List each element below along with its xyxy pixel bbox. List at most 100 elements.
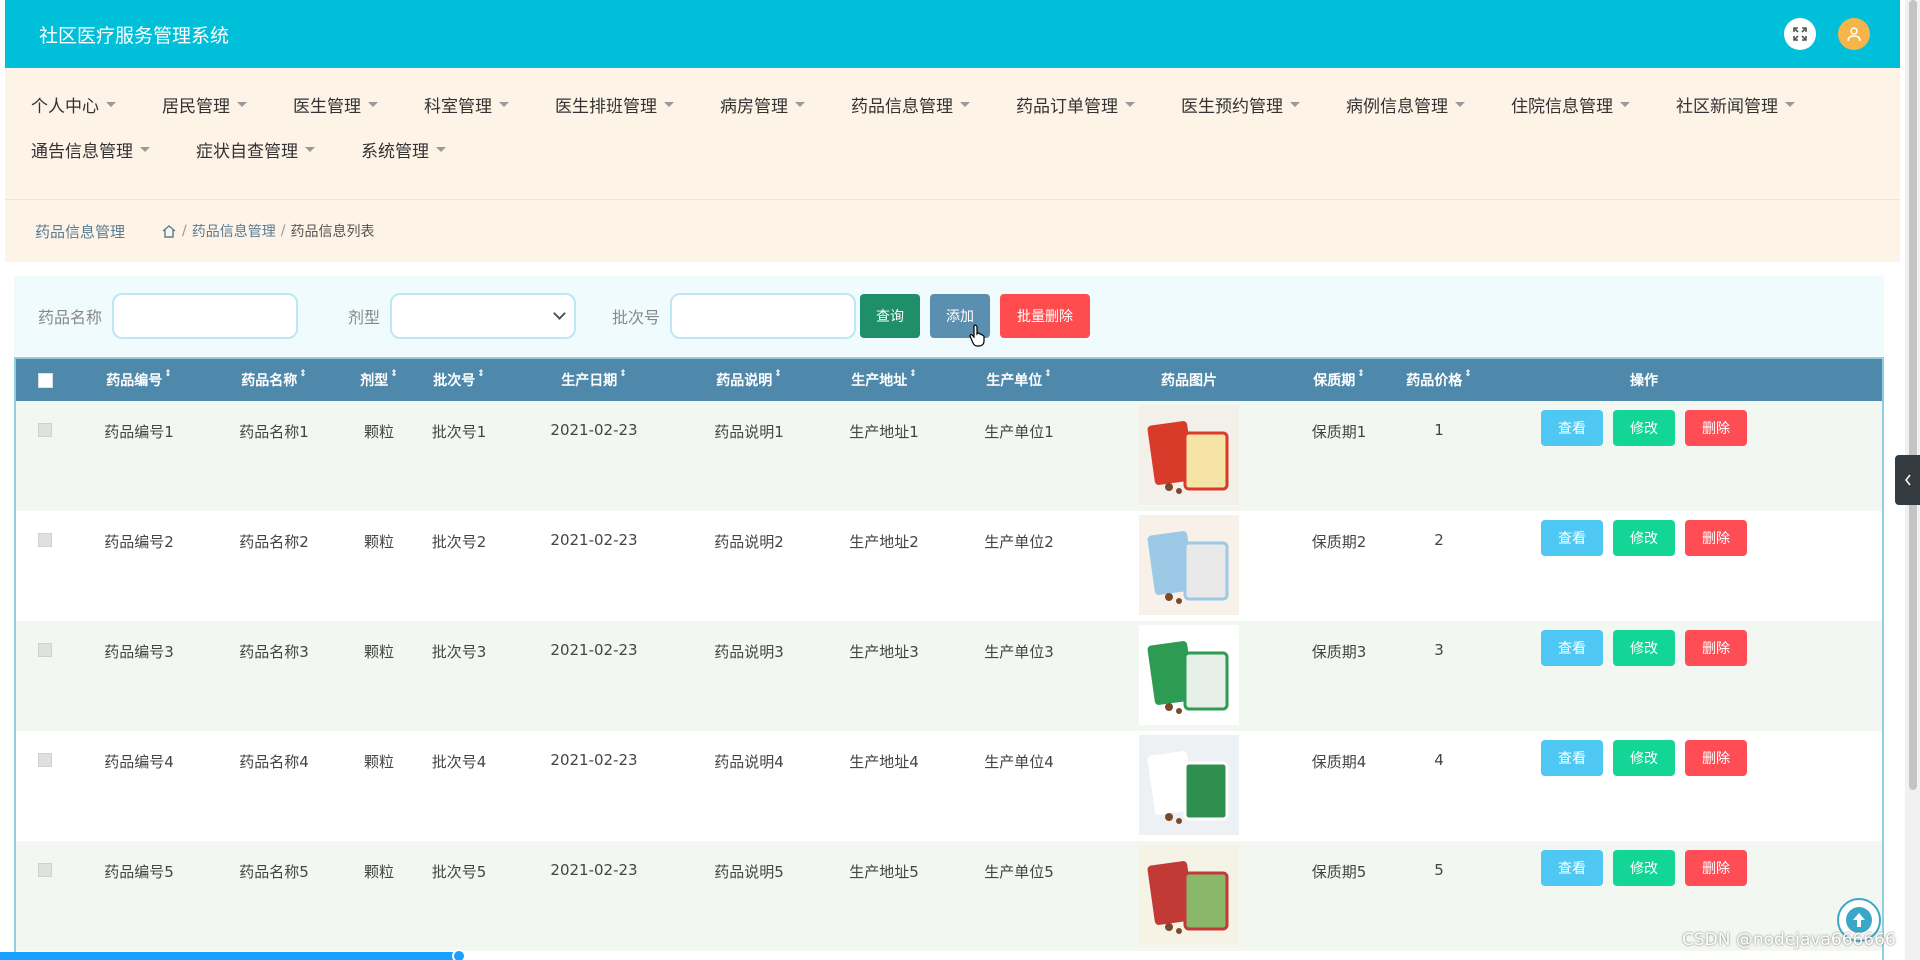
sort-icon[interactable]: ⇕ bbox=[390, 370, 398, 390]
drug-image[interactable] bbox=[1139, 845, 1239, 945]
nav-item-label: 医生排班管理 bbox=[555, 97, 657, 117]
cell-code: 药品编号1 bbox=[104, 423, 174, 441]
breadcrumb-level1[interactable]: 药品信息管理 bbox=[192, 221, 276, 241]
cell-price: 5 bbox=[1434, 861, 1444, 879]
cell-name: 药品名称2 bbox=[239, 533, 309, 551]
sort-icon[interactable]: ⇕ bbox=[299, 370, 307, 390]
horizontal-scroll-progress bbox=[0, 952, 460, 960]
sort-icon[interactable]: ⇕ bbox=[909, 370, 917, 390]
cell-code: 药品编号5 bbox=[104, 863, 174, 881]
nav-item-row1-8[interactable]: 医生预约管理 bbox=[1181, 92, 1300, 117]
delete-button[interactable]: 删除 bbox=[1685, 850, 1747, 886]
column-header[interactable]: 批次号 ⇕ bbox=[414, 370, 504, 390]
column-header[interactable]: 剂型 ⇕ bbox=[344, 370, 414, 390]
row-checkbox[interactable] bbox=[38, 863, 52, 877]
screen: 社区医疗服务管理系统 个人中心 居民管理 医生管理 科室管理 医生排班管理 病房管理 药品信… bbox=[0, 0, 1920, 960]
edit-button[interactable]: 修改 bbox=[1613, 410, 1675, 446]
drug-image[interactable] bbox=[1139, 405, 1239, 505]
view-button[interactable]: 查看 bbox=[1541, 740, 1603, 776]
nav-item-row1-10[interactable]: 住院信息管理 bbox=[1511, 92, 1630, 117]
column-header[interactable]: 生产日期 ⇕ bbox=[504, 370, 684, 390]
row-checkbox[interactable] bbox=[38, 753, 52, 767]
breadcrumb-separator: / bbox=[182, 223, 187, 239]
row-actions: 查看 修改 删除 bbox=[1494, 841, 1794, 886]
nav-item-row1-7[interactable]: 药品订单管理 bbox=[1016, 92, 1135, 117]
cell-code: 药品编号2 bbox=[104, 533, 174, 551]
delete-button[interactable]: 删除 bbox=[1685, 410, 1747, 446]
delete-button[interactable]: 删除 bbox=[1685, 740, 1747, 776]
edit-button[interactable]: 修改 bbox=[1613, 630, 1675, 666]
view-button[interactable]: 查看 bbox=[1541, 410, 1603, 446]
nav-item-row1-9[interactable]: 病例信息管理 bbox=[1346, 92, 1465, 117]
column-header[interactable]: 生产单位 ⇕ bbox=[954, 370, 1084, 390]
nav-item-row1-0[interactable]: 个人中心 bbox=[31, 92, 116, 117]
caret-down-icon bbox=[1290, 102, 1300, 107]
edit-button[interactable]: 修改 bbox=[1613, 740, 1675, 776]
nav-item-row1-6[interactable]: 药品信息管理 bbox=[851, 92, 970, 117]
drug-image[interactable] bbox=[1139, 625, 1239, 725]
drug-name-input[interactable] bbox=[112, 293, 299, 339]
user-avatar-button[interactable] bbox=[1838, 18, 1870, 50]
column-header[interactable]: 保质期 ⇕ bbox=[1294, 370, 1384, 390]
sort-icon[interactable]: ⇕ bbox=[1464, 370, 1472, 390]
drug-image[interactable] bbox=[1139, 735, 1239, 835]
view-button[interactable]: 查看 bbox=[1541, 850, 1603, 886]
sort-icon[interactable]: ⇕ bbox=[619, 370, 627, 390]
edit-button[interactable]: 修改 bbox=[1613, 850, 1675, 886]
query-button[interactable]: 查询 bbox=[860, 294, 921, 338]
column-header: 操作 bbox=[1494, 370, 1794, 390]
nav-item-row2-1[interactable]: 症状自查管理 bbox=[196, 137, 315, 162]
nav-item-row2-0[interactable]: 通告信息管理 bbox=[31, 137, 150, 162]
delete-button[interactable]: 删除 bbox=[1685, 520, 1747, 556]
view-button[interactable]: 查看 bbox=[1541, 520, 1603, 556]
sort-icon[interactable]: ⇕ bbox=[774, 370, 782, 390]
nav-row-2: 通告信息管理 症状自查管理 系统管理 bbox=[31, 127, 1890, 172]
column-header[interactable]: 生产地址 ⇕ bbox=[814, 370, 954, 390]
cell-name: 药品名称5 bbox=[239, 863, 309, 881]
caret-down-icon bbox=[664, 102, 674, 107]
nav-item-row1-4[interactable]: 医生排班管理 bbox=[555, 92, 674, 117]
horizontal-scroll-handle[interactable] bbox=[452, 949, 466, 960]
cell-shelf: 保质期3 bbox=[1311, 643, 1367, 661]
fullscreen-button[interactable] bbox=[1784, 18, 1816, 50]
cell-addr: 生产地址4 bbox=[849, 753, 919, 771]
row-checkbox[interactable] bbox=[38, 533, 52, 547]
column-header[interactable]: 药品编号 ⇕ bbox=[74, 370, 204, 390]
dosage-form-select[interactable] bbox=[390, 293, 577, 339]
user-icon bbox=[1847, 27, 1861, 42]
batch-delete-button[interactable]: 批量删除 bbox=[1000, 294, 1091, 338]
sort-icon[interactable]: ⇕ bbox=[477, 370, 485, 390]
batch-no-input[interactable] bbox=[670, 293, 857, 339]
vertical-scroll-thumb[interactable] bbox=[1909, 0, 1917, 790]
sort-icon[interactable]: ⇕ bbox=[1044, 370, 1052, 390]
nav-item-row1-2[interactable]: 医生管理 bbox=[293, 92, 378, 117]
cell-price: 1 bbox=[1434, 421, 1444, 439]
row-checkbox[interactable] bbox=[38, 423, 52, 437]
mouse-cursor-icon bbox=[969, 323, 987, 351]
column-header[interactable]: 药品价格 ⇕ bbox=[1384, 370, 1494, 390]
row-checkbox[interactable] bbox=[38, 643, 52, 657]
select-all-checkbox[interactable] bbox=[37, 372, 53, 388]
nav-item-row1-11[interactable]: 社区新闻管理 bbox=[1676, 92, 1795, 117]
delete-button[interactable]: 删除 bbox=[1685, 630, 1747, 666]
nav-item-row2-2[interactable]: 系统管理 bbox=[361, 137, 446, 162]
cell-price: 2 bbox=[1434, 531, 1444, 549]
column-header[interactable]: 药品名称 ⇕ bbox=[204, 370, 344, 390]
caret-down-icon bbox=[1620, 102, 1630, 107]
column-header-label: 药品价格 bbox=[1406, 373, 1463, 389]
sort-icon[interactable]: ⇕ bbox=[164, 370, 172, 390]
nav-item-label: 病房管理 bbox=[720, 97, 788, 117]
cell-type: 颗粒 bbox=[363, 753, 394, 771]
nav-item-row1-3[interactable]: 科室管理 bbox=[424, 92, 509, 117]
home-icon[interactable] bbox=[161, 224, 177, 239]
view-button[interactable]: 查看 bbox=[1541, 630, 1603, 666]
drug-image[interactable] bbox=[1139, 515, 1239, 615]
nav-item-row1-1[interactable]: 居民管理 bbox=[162, 92, 247, 117]
column-header[interactable]: 药品说明 ⇕ bbox=[684, 370, 814, 390]
edit-button[interactable]: 修改 bbox=[1613, 520, 1675, 556]
cell-unit: 生产单位3 bbox=[984, 643, 1054, 661]
drug-name-label: 药品名称 bbox=[38, 308, 103, 327]
side-panel-toggle[interactable] bbox=[1895, 455, 1920, 505]
nav-item-row1-5[interactable]: 病房管理 bbox=[720, 92, 805, 117]
sort-icon[interactable]: ⇕ bbox=[1357, 370, 1365, 390]
